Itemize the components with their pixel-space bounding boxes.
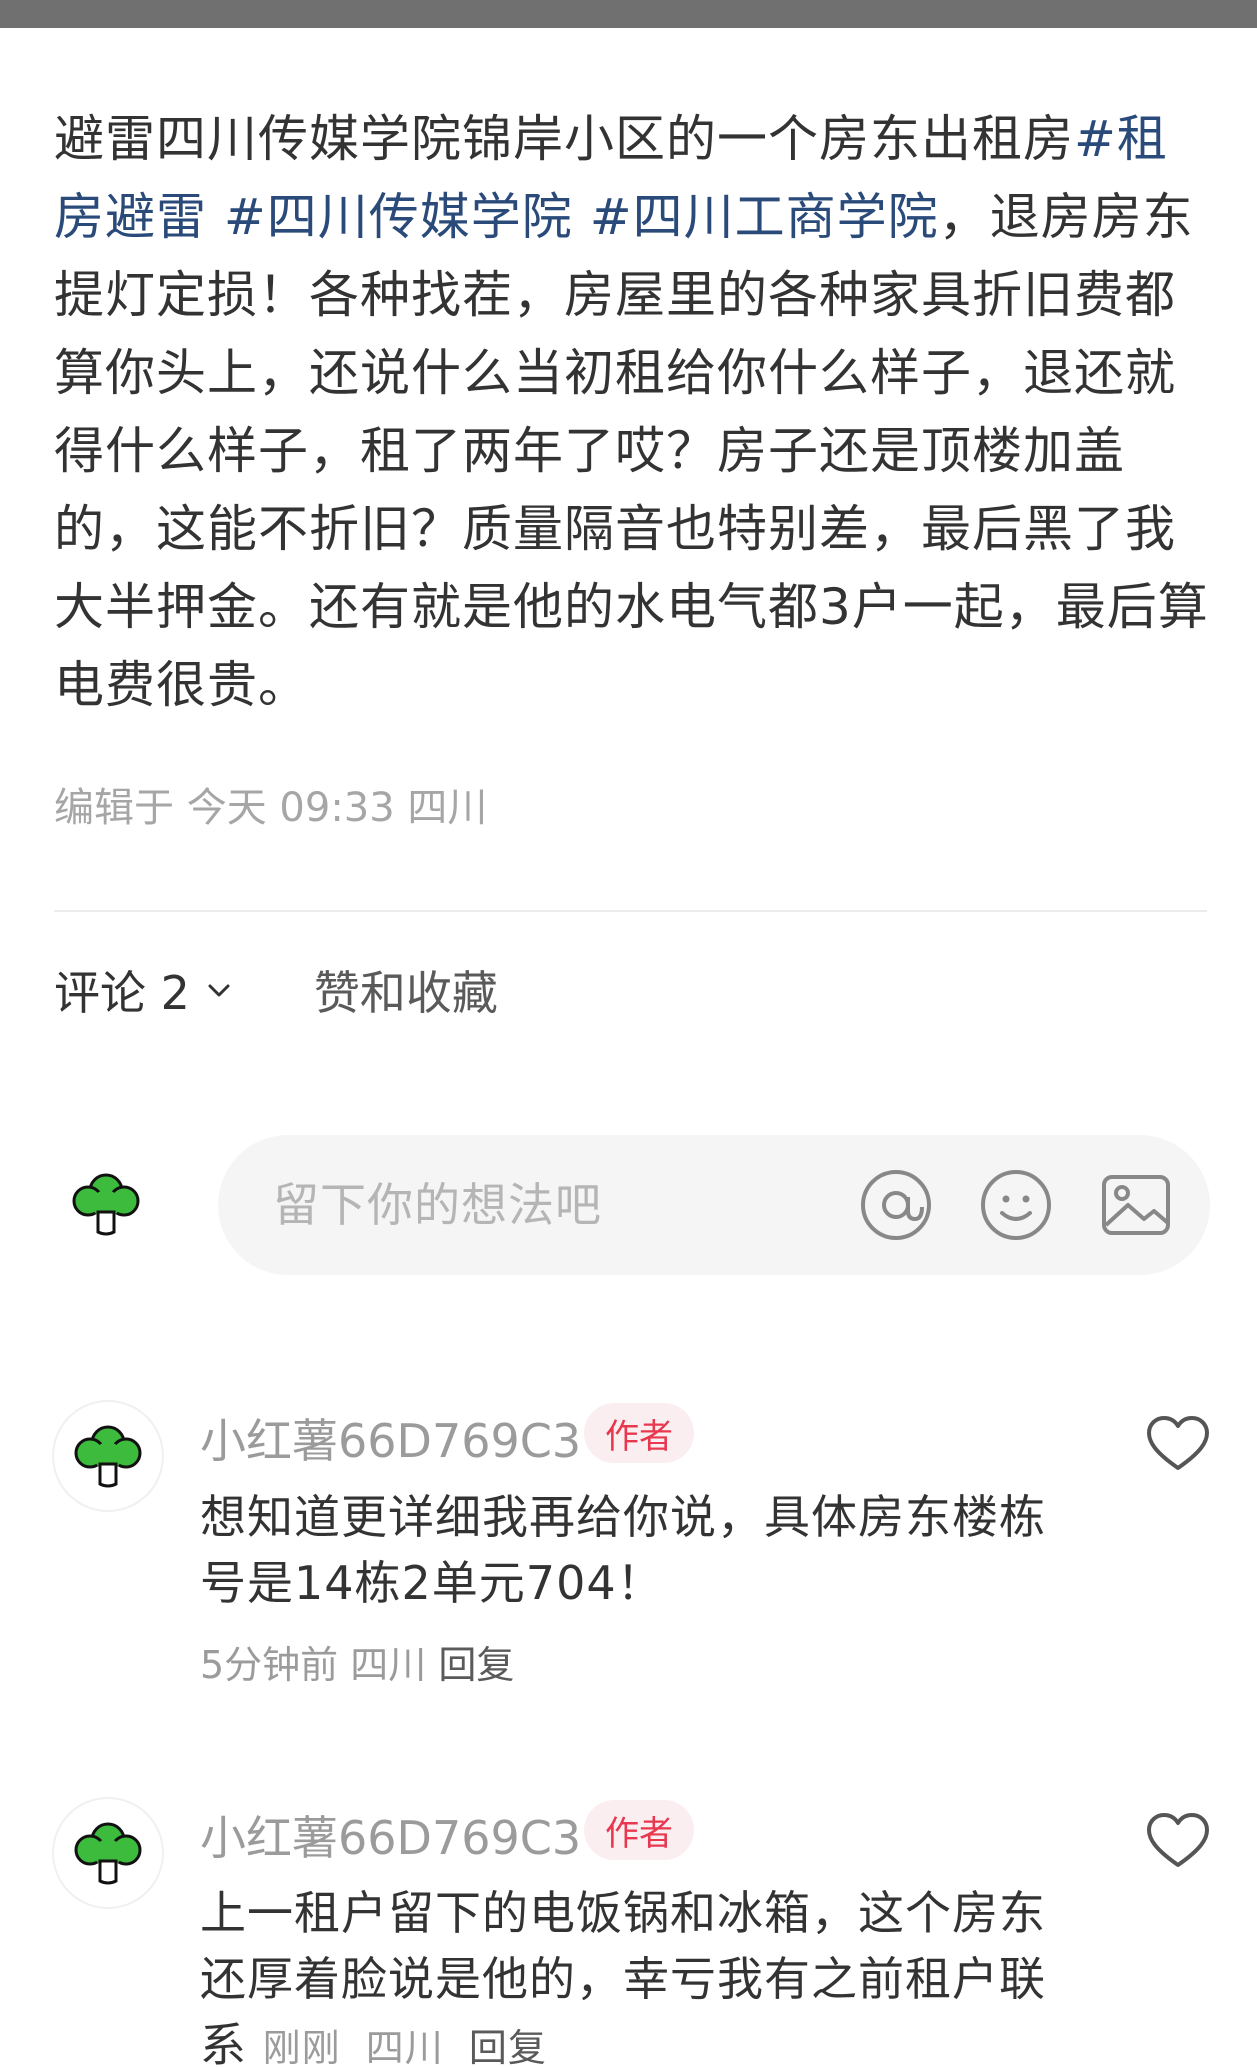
post-text: ，退房房东提灯定损！各种找茬，房屋里的各种家具折旧费都算你头上，还说什么当初租给… (54, 188, 1209, 714)
chevron-down-icon (208, 984, 230, 997)
top-status-bar (0, 0, 1257, 28)
tab-comments-label: 评论 2 (54, 966, 190, 1020)
my-avatar[interactable] (50, 1148, 162, 1260)
emoji-icon[interactable] (978, 1167, 1054, 1243)
hashtag-link[interactable]: #四川传媒学院 (224, 188, 573, 246)
comment-author[interactable]: 小红薯66D769C3 (200, 1802, 581, 1868)
reply-button[interactable]: 回复 (469, 2026, 547, 2067)
hashtag-link[interactable]: #四川工商学院 (590, 188, 939, 246)
author-badge: 作者 (584, 1800, 694, 1860)
comment-meta: 刚刚 四川 回复 (263, 2026, 559, 2067)
tab-comments[interactable]: 评论 2 (54, 957, 234, 1023)
heart-icon[interactable] (1145, 1414, 1211, 1474)
at-icon[interactable] (858, 1167, 934, 1243)
comment-avatar[interactable] (52, 1797, 164, 1909)
broccoli-avatar-icon (72, 1173, 140, 1236)
comment-text: 上一租户留下的电饭锅和冰箱，这个房东还厚着脸说是他的，幸亏我有之前租户联系 刚刚… (200, 1880, 1060, 2067)
post-body: 避雷四川传媒学院锦岸小区的一个房东出租房#租房避雷 #四川传媒学院 #四川工商学… (54, 100, 1214, 724)
image-icon[interactable] (1098, 1167, 1174, 1243)
reply-button[interactable]: 回复 (438, 1643, 514, 1687)
comment-tabs: 评论 2 赞和收藏 (54, 955, 498, 1025)
broccoli-avatar-icon (74, 1822, 142, 1885)
comment-text: 想知道更详细我再给你说，具体房东楼栋号是14栋2单元704！ (200, 1490, 1046, 1610)
tab-likes-collections[interactable]: 赞和收藏 (314, 957, 498, 1023)
comment-time: 刚刚 (262, 2026, 341, 2067)
comment-location: 四川 (350, 1643, 427, 1687)
post-text: 避雷四川传媒学院锦岸小区的一个房东出租房 (54, 110, 1074, 168)
comment-input-placeholder: 留下你的想法吧 (273, 1178, 602, 1232)
heart-icon[interactable] (1145, 1811, 1211, 1871)
comment-meta: 5分钟前 四川 回复 (200, 1634, 514, 1689)
comment-avatar[interactable] (52, 1400, 164, 1512)
comment-location: 四川 (365, 2026, 444, 2067)
comment-time: 5分钟前 (200, 1643, 339, 1687)
author-badge: 作者 (584, 1403, 694, 1463)
comment-author[interactable]: 小红薯66D769C3 (200, 1405, 581, 1471)
broccoli-avatar-icon (74, 1425, 142, 1488)
post-edit-meta: 编辑于 今天 09:33 四川 (54, 785, 488, 831)
comment-input[interactable]: 留下你的想法吧 (218, 1135, 1210, 1275)
divider (54, 910, 1207, 912)
